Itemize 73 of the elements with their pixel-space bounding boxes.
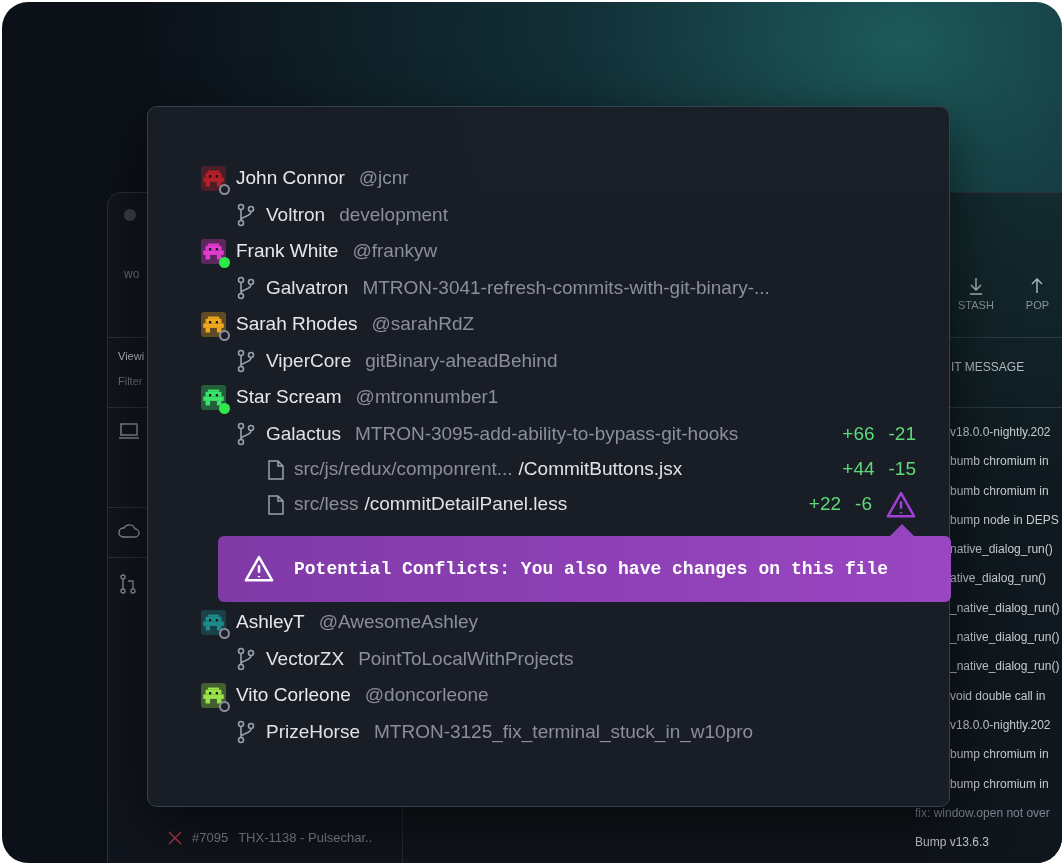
file-directory: src/less — [294, 492, 359, 517]
branch-name: PointToLocalWithProjects — [358, 646, 574, 671]
build-title: THX-1138 - Pulsechar.. — [238, 829, 373, 847]
commit-message: v18.0.0-nightly.202 — [950, 424, 1051, 441]
branch-name: MTRON-3041-refresh-commits-with-git-binary-... — [362, 275, 770, 300]
file-icon — [268, 494, 284, 515]
warning-icon — [244, 554, 274, 584]
additions-count: +44 — [842, 457, 875, 482]
branch-icon — [236, 275, 256, 300]
branch-name: gitBinary-aheadBehind — [365, 348, 558, 373]
stash-button[interactable]: STASH — [958, 276, 994, 313]
additions-count: +66 — [842, 421, 875, 446]
commit-message: bumb chromium in — [950, 482, 1049, 500]
tooltip-text: Potential Conflicts: You also have changes on this file — [294, 557, 889, 581]
user-name: AshleyT — [236, 610, 305, 634]
user-handle: @doncorleone — [364, 683, 489, 707]
deletions-count: -6 — [855, 492, 872, 517]
column-header: IT MESSAGE — [951, 360, 1025, 374]
window-control[interactable] — [124, 209, 136, 221]
deletions-count: -21 — [888, 421, 916, 446]
commit-message: bump chromium in — [950, 775, 1049, 793]
warning-icon — [886, 489, 916, 520]
commit-message: bump node in DEPS — [950, 511, 1059, 529]
branch-icon — [236, 646, 256, 671]
user-handle: @mtronnumber1 — [355, 385, 499, 409]
pop-button[interactable]: POP — [1025, 276, 1050, 313]
repo-name: Galactus — [266, 421, 341, 446]
sidebar-label: Viewi — [118, 349, 145, 364]
commit-message: bump chromium in — [950, 746, 1049, 764]
user-name: Star Scream — [236, 385, 342, 409]
user-handle: @sarahRdZ — [371, 312, 475, 336]
branch-icon — [236, 719, 256, 744]
sidebar-label: Filter — [118, 373, 143, 389]
commit-message: ative_dialog_run() — [950, 570, 1047, 588]
user-name: Vito Corleone — [236, 683, 351, 707]
commit-message: native_dialog_run() — [950, 541, 1053, 559]
branch-icon — [236, 348, 256, 373]
commit-message: _native_dialog_run() — [950, 629, 1060, 647]
branch-icon — [236, 202, 256, 227]
user-handle: @AwesomeAshley — [318, 610, 479, 634]
repo-name: VectorZX — [266, 646, 345, 671]
commit-message: void double call in — [950, 687, 1046, 705]
commit-message: v18.0.0-nightly.202 — [950, 716, 1051, 734]
sidebar-label: wo — [124, 266, 141, 283]
file-directory: src/js/redux/componrent... — [294, 457, 513, 482]
file-icon — [268, 459, 284, 480]
repo-name: ViperCore — [266, 348, 352, 373]
arrow-down-icon — [967, 276, 984, 295]
commit-message: Bump v13.6.3 — [915, 834, 990, 852]
branch-name: MTRON-3125_fix_terminal_stuck_in_w10pro — [374, 719, 754, 745]
pull-request-icon — [120, 574, 136, 594]
user-handle: @frankyw — [352, 239, 438, 263]
additions-count: +22 — [808, 492, 842, 517]
repo-name: Voltron — [266, 202, 326, 227]
user-name: Sarah Rhodes — [236, 312, 358, 336]
user-handle: @jcnr — [358, 166, 409, 190]
repo-name: Galvatron — [266, 275, 349, 300]
commit-message: _native_dialog_run() — [950, 599, 1060, 617]
commit-message: bumb chromium in — [950, 453, 1049, 471]
file-name: /commitDetailPanel.less — [364, 492, 568, 517]
branch-icon — [236, 421, 256, 446]
laptop-icon — [118, 422, 140, 440]
branch-name: MTRON-3095-add-ability-to-bypass-git-hooks — [355, 421, 739, 446]
build-number: #7095 — [192, 829, 229, 847]
commit-message: _native_dialog_run() — [950, 658, 1060, 676]
branch-name: development — [339, 202, 448, 227]
repo-name: PrizeHorse — [266, 719, 360, 744]
commit-message: fix: window.open not over — [915, 804, 1050, 822]
user-name: Frank White — [236, 239, 339, 263]
cloud-icon — [118, 522, 140, 538]
file-name: /CommitButtons.jsx — [518, 457, 683, 482]
user-name: John Connor — [236, 166, 345, 190]
deletions-count: -15 — [888, 457, 916, 482]
